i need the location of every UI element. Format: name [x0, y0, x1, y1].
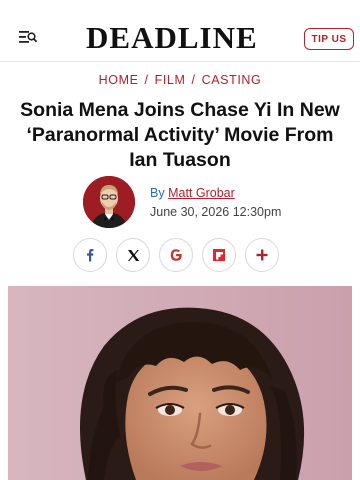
byline: By Matt Grobar: [150, 186, 235, 200]
share-more-button[interactable]: [245, 238, 279, 272]
site-header: DEADLINE TIP US: [0, 0, 360, 62]
site-logo[interactable]: DEADLINE: [86, 20, 272, 56]
author-link[interactable]: Matt Grobar: [168, 186, 235, 200]
flipboard-icon: [213, 249, 225, 261]
share-google-button[interactable]: [159, 238, 193, 272]
breadcrumb-casting[interactable]: CASTING: [202, 73, 262, 87]
facebook-icon: [87, 249, 94, 262]
article-headline: Sonia Mena Joins Chase Yi In New ‘Parano…: [20, 99, 340, 171]
breadcrumb-home[interactable]: HOME: [99, 73, 139, 87]
breadcrumb-separator: /: [144, 73, 149, 87]
article-hero-image[interactable]: [8, 286, 352, 480]
portrait-photo-illustration: [8, 286, 352, 480]
byline-prefix: By: [150, 186, 165, 200]
publish-date: June 30, 2026 12:30pm: [150, 205, 282, 219]
author-avatar[interactable]: [83, 176, 135, 228]
menu-search-icon[interactable]: [19, 30, 37, 44]
breadcrumb: HOME / FILM / CASTING: [0, 73, 360, 87]
tip-us-button[interactable]: TIP US: [304, 28, 354, 50]
share-flipboard-button[interactable]: [202, 238, 236, 272]
more-plus-icon: [256, 249, 268, 261]
breadcrumb-separator: /: [191, 73, 196, 87]
share-bar: [0, 238, 360, 274]
google-icon: [170, 249, 182, 261]
author-portrait-illustration: [83, 176, 135, 228]
share-facebook-button[interactable]: [73, 238, 107, 272]
breadcrumb-film[interactable]: FILM: [155, 73, 186, 87]
x-icon: [127, 249, 139, 261]
share-x-button[interactable]: [116, 238, 150, 272]
